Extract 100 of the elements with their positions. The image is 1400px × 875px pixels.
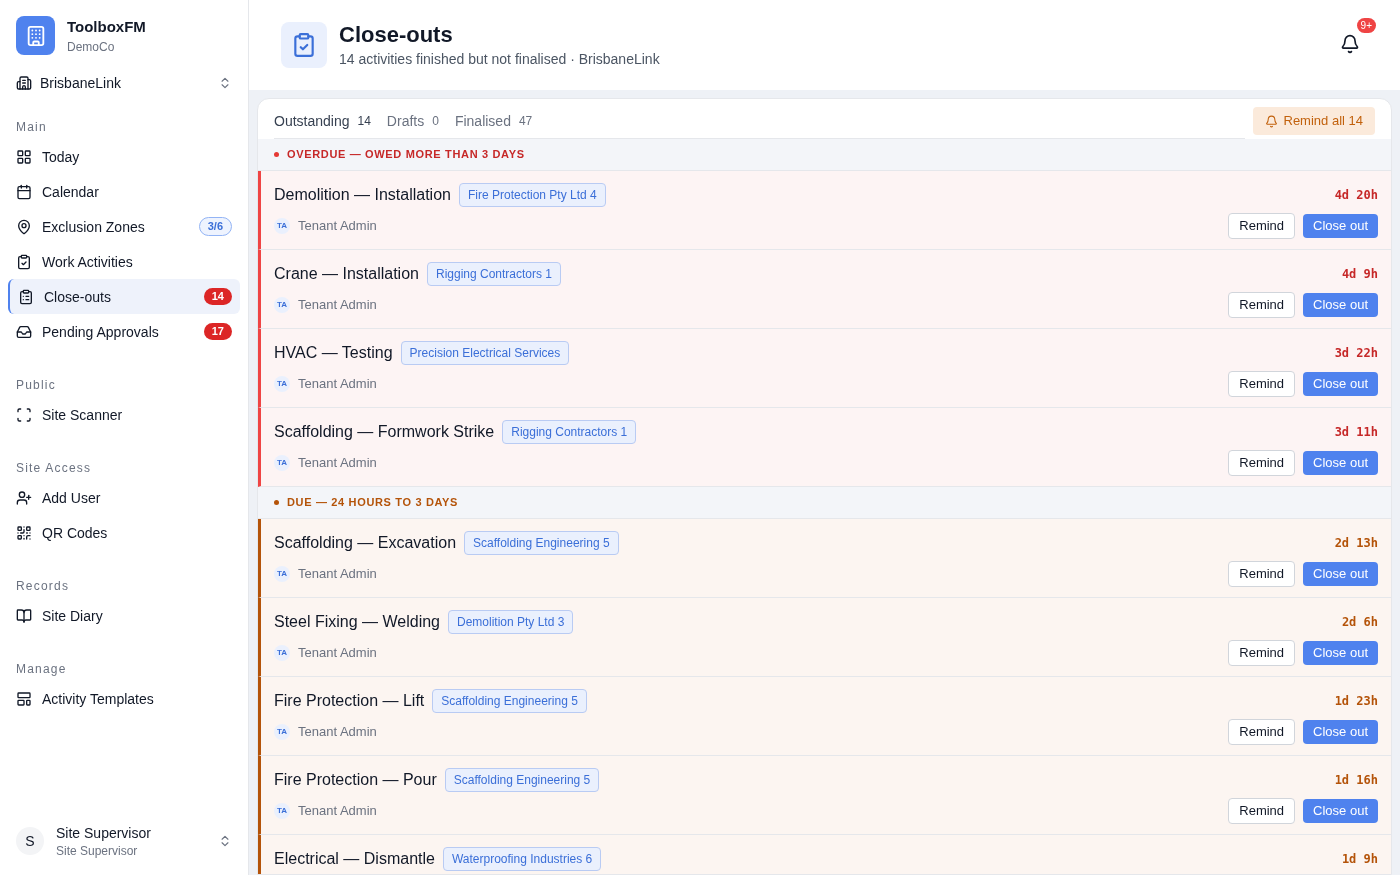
qr-code-icon bbox=[16, 524, 32, 541]
remind-button[interactable]: Remind bbox=[1228, 450, 1296, 476]
close-out-button[interactable]: Close out bbox=[1303, 293, 1378, 317]
contractor-tag: Scaffolding Engineering 5 bbox=[444, 768, 600, 792]
remind-button[interactable]: Remind bbox=[1228, 798, 1296, 824]
nav-item[interactable]: Close-outs 14 bbox=[8, 279, 240, 314]
activity-title: Fire Protection — Pour bbox=[274, 770, 437, 790]
page-subtitle: 14 activities finished but not finalised · BrisbaneLink bbox=[339, 50, 660, 69]
close-out-button[interactable]: Close out bbox=[1303, 641, 1378, 665]
user-plus-icon bbox=[16, 489, 32, 506]
count-badge: 14 bbox=[203, 287, 232, 306]
remind-button[interactable]: Remind bbox=[1228, 292, 1296, 318]
avatar: TA bbox=[274, 375, 290, 392]
nav-item[interactable]: Activity Templates bbox=[8, 681, 240, 716]
avatar: TA bbox=[274, 296, 290, 313]
nav-item[interactable]: Add User bbox=[8, 480, 240, 515]
time-owed: 1d 16h bbox=[1334, 772, 1378, 789]
time-owed: 3d 22h bbox=[1334, 345, 1378, 362]
remind-button[interactable]: Remind bbox=[1228, 640, 1296, 666]
bell-icon bbox=[1264, 114, 1278, 128]
time-owed: 1d 23h bbox=[1334, 693, 1378, 710]
user-name: Site Supervisor bbox=[56, 824, 151, 843]
assignee-name: Tenant Admin bbox=[298, 723, 377, 741]
activity-title: Scaffolding — Excavation bbox=[274, 533, 457, 553]
page-title: Close-outs bbox=[339, 21, 454, 49]
tab[interactable]: Drafts 0 bbox=[386, 110, 439, 131]
nav-item[interactable]: Today bbox=[8, 139, 240, 174]
avatar: TA bbox=[274, 644, 290, 661]
remind-button[interactable]: Remind bbox=[1228, 719, 1296, 745]
activity-title: Demolition — Installation bbox=[274, 185, 451, 205]
tab[interactable]: Outstanding 14 bbox=[274, 110, 371, 131]
assignee-name: Tenant Admin bbox=[298, 375, 377, 393]
group-title: DUE — 24 HOURS TO 3 DAYS bbox=[287, 495, 459, 511]
section-heading: Records bbox=[15, 578, 71, 594]
nav-item[interactable]: QR Codes bbox=[8, 515, 240, 550]
org-name: DemoCo bbox=[67, 38, 116, 55]
activity-title: Scaffolding — Formwork Strike bbox=[274, 422, 495, 442]
notification-badge: 9+ bbox=[1356, 17, 1376, 33]
assignee-name: Tenant Admin bbox=[298, 565, 377, 583]
contractor-tag: Waterproofing Industries 6 bbox=[442, 847, 602, 871]
activity-title: Fire Protection — Lift bbox=[274, 691, 425, 711]
remind-button[interactable]: Remind bbox=[1228, 213, 1296, 239]
section-heading: Main bbox=[15, 119, 48, 135]
time-owed: 2d 6h bbox=[1341, 614, 1378, 631]
calendar-icon bbox=[16, 183, 32, 200]
close-out-button[interactable]: Close out bbox=[1303, 214, 1378, 238]
building-icon bbox=[16, 75, 32, 91]
assignee-name: Tenant Admin bbox=[298, 296, 377, 314]
avatar: S bbox=[16, 827, 44, 855]
avatar: TA bbox=[274, 454, 290, 471]
remind-all-button[interactable]: Remind all 14 bbox=[1252, 107, 1375, 135]
activity-title: Electrical — Dismantle bbox=[274, 849, 435, 869]
remind-button[interactable]: Remind bbox=[1228, 371, 1296, 397]
time-owed: 4d 9h bbox=[1341, 266, 1378, 283]
close-out-button[interactable]: Close out bbox=[1303, 799, 1378, 823]
nav-item[interactable]: Work Activities bbox=[8, 244, 240, 279]
tab[interactable]: Finalised 47 bbox=[454, 110, 533, 131]
user-menu[interactable]: S Site Supervisor Site Supervisor bbox=[8, 823, 240, 859]
clipboard-check-icon bbox=[281, 22, 327, 68]
nav-item[interactable]: Calendar bbox=[8, 174, 240, 209]
time-owed: 2d 13h bbox=[1334, 535, 1378, 552]
activity-title: HVAC — Testing bbox=[274, 343, 393, 363]
activity-title: Crane — Installation bbox=[274, 264, 419, 284]
section-heading: Public bbox=[15, 377, 57, 393]
section-heading: Manage bbox=[15, 661, 68, 677]
nav-item[interactable]: Site Diary bbox=[8, 598, 240, 633]
remind-button[interactable]: Remind bbox=[1228, 561, 1296, 587]
close-out-button[interactable]: Close out bbox=[1303, 720, 1378, 744]
avatar: TA bbox=[274, 723, 290, 740]
time-owed: 1d 9h bbox=[1341, 851, 1378, 868]
close-out-button[interactable]: Close out bbox=[1303, 451, 1378, 475]
template-icon bbox=[16, 690, 32, 707]
contractor-tag: Scaffolding Engineering 5 bbox=[432, 689, 587, 713]
contractor-tag: Scaffolding Engineering 5 bbox=[464, 531, 619, 555]
activity-title: Steel Fixing — Welding bbox=[274, 612, 440, 632]
nav-item[interactable]: Site Scanner bbox=[8, 397, 240, 432]
close-out-button[interactable]: Close out bbox=[1303, 562, 1378, 586]
contractor-tag: Rigging Contractors 1 bbox=[502, 420, 637, 444]
building-icon bbox=[16, 16, 55, 55]
close-out-button[interactable]: Close out bbox=[1303, 372, 1378, 396]
inbox-icon bbox=[16, 323, 32, 340]
time-owed: 3d 11h bbox=[1334, 424, 1378, 441]
avatar: TA bbox=[274, 802, 290, 819]
nav-item[interactable]: Pending Approvals 17 bbox=[8, 314, 240, 349]
assignee-name: Tenant Admin bbox=[298, 217, 377, 235]
count-badge: 17 bbox=[203, 322, 232, 341]
count-badge: 3/6 bbox=[198, 216, 232, 237]
contractor-tag: Precision Electrical Services bbox=[400, 341, 570, 365]
clipboard-check-icon bbox=[16, 253, 32, 270]
clipboard-list-icon bbox=[18, 288, 34, 305]
nav-item[interactable]: Exclusion Zones 3/6 bbox=[8, 209, 240, 244]
avatar: TA bbox=[274, 565, 290, 582]
site-selector[interactable]: BrisbaneLink bbox=[8, 67, 240, 99]
contractor-tag: Demolition Pty Ltd 3 bbox=[448, 610, 574, 634]
assignee-name: Tenant Admin bbox=[298, 644, 377, 662]
avatar: TA bbox=[274, 217, 290, 234]
section-heading: Site Access bbox=[15, 460, 93, 476]
group-title: OVERDUE — OWED MORE THAN 3 DAYS bbox=[287, 147, 525, 163]
app-name: ToolboxFM bbox=[67, 17, 146, 38]
assignee-name: Tenant Admin bbox=[298, 454, 377, 472]
